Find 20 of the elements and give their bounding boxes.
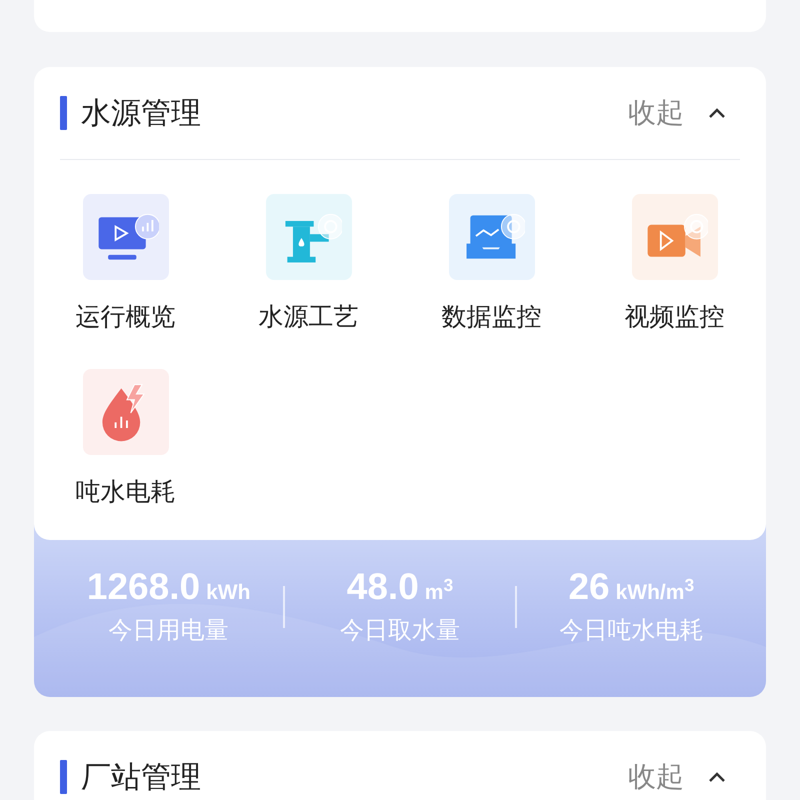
stat-unit: m$^{3}$: [424, 575, 454, 605]
title-accent-bar: [60, 96, 67, 130]
stat-value: 1268.0: [86, 566, 200, 608]
menu-item[interactable]: 视频监控: [583, 194, 766, 333]
title-accent-bar: [60, 760, 67, 794]
section-title: 厂站管理: [81, 758, 201, 796]
stat-label: 今日取水量: [340, 615, 460, 646]
stat-unit: kWh/m$^{3}$: [616, 575, 694, 605]
stat-value: 26: [568, 566, 610, 608]
menu-item[interactable]: 水源工艺: [217, 194, 400, 333]
stat-unit: kWh: [206, 581, 250, 605]
collapse-toggle[interactable]: 收起: [628, 758, 740, 796]
menu-item[interactable]: 吨水电耗: [34, 369, 217, 508]
menu-item[interactable]: 数据监控: [400, 194, 583, 333]
section-title: 水源管理: [81, 94, 201, 132]
stat-label: 今日用电量: [108, 615, 229, 646]
stat-value: 48.0: [346, 566, 419, 608]
collapse-toggle[interactable]: 收起: [628, 94, 740, 132]
menu-item[interactable]: 运行概览: [34, 194, 217, 333]
stat-label: 今日吨水电耗: [559, 615, 704, 646]
